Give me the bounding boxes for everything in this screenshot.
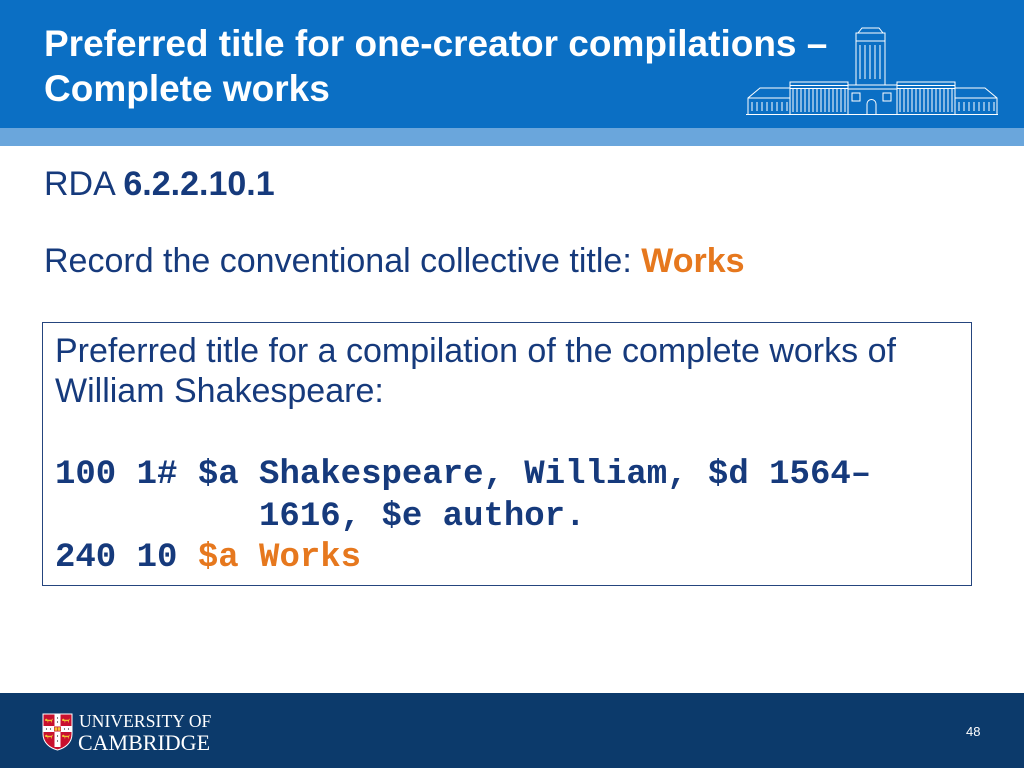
instruction-text: Record the conventional collective title… bbox=[44, 241, 745, 281]
collective-title-highlight: Works bbox=[641, 242, 745, 280]
slide-number: 48 bbox=[966, 724, 981, 739]
ermine-spot bbox=[45, 728, 48, 730]
example-intro: Preferred title for a compilation of the… bbox=[55, 331, 971, 411]
marc-field-100: 100 1# $a Shakespeare, William, $d 1564– bbox=[55, 455, 971, 497]
marc-record-example: 100 1# $a Shakespeare, William, $d 1564–… bbox=[55, 455, 971, 580]
example-intro-line-1: Preferred title for a compilation of the… bbox=[55, 332, 896, 370]
example-intro-line-2: William Shakespeare: bbox=[55, 372, 384, 410]
rda-rule-number: 6.2.2.10.1 bbox=[123, 165, 275, 203]
building-right-wing bbox=[955, 87, 998, 114]
marc-field-240: 240 10 $a Works bbox=[55, 538, 971, 580]
university-name-line-1: UNIVERSITY OF bbox=[79, 711, 212, 731]
building-right-colonnade bbox=[896, 81, 956, 114]
slide-title-line-1: Preferred title for one-creator compilat… bbox=[44, 23, 828, 64]
ermine-spot bbox=[56, 717, 59, 719]
ermine-spot bbox=[63, 728, 66, 730]
ermine-spot bbox=[56, 740, 59, 742]
ermine-spot bbox=[67, 728, 70, 730]
marc-subfields-highlight: $a Works bbox=[197, 539, 362, 577]
rda-rule-reference: RDA 6.2.2.10.1 bbox=[44, 164, 275, 204]
header-accent-strip bbox=[0, 128, 1024, 146]
rda-label: RDA bbox=[44, 165, 114, 203]
marc-indicators: 1# bbox=[136, 456, 178, 494]
slide-title-line-2: Complete works bbox=[44, 68, 330, 109]
building-tower bbox=[855, 27, 886, 85]
university-library-building-icon bbox=[746, 27, 998, 115]
ermine-spot bbox=[49, 728, 52, 730]
building-left-wing bbox=[747, 87, 790, 114]
marc-tag: 240 bbox=[55, 539, 117, 577]
ermine-spot bbox=[56, 721, 59, 723]
marc-subfields: $a Shakespeare, William, $d 1564– bbox=[197, 456, 872, 494]
university-name-line-2: CAMBRIDGE bbox=[78, 730, 211, 755]
example-box: Preferred title for a compilation of the… bbox=[42, 322, 972, 586]
book-emblem bbox=[54, 726, 61, 732]
building-central-block bbox=[847, 84, 898, 114]
cambridge-coat-of-arms-icon bbox=[42, 713, 73, 751]
marc-tag: 100 bbox=[55, 456, 117, 494]
marc-field-100-continuation: 1616, $e author. bbox=[259, 497, 586, 536]
marc-indicators: 10 bbox=[136, 539, 178, 577]
instruction-label: Record the conventional collective title… bbox=[44, 242, 632, 280]
slide-title: Preferred title for one-creator compilat… bbox=[44, 21, 827, 111]
ermine-spot bbox=[56, 735, 59, 737]
building-left-colonnade bbox=[789, 81, 849, 114]
